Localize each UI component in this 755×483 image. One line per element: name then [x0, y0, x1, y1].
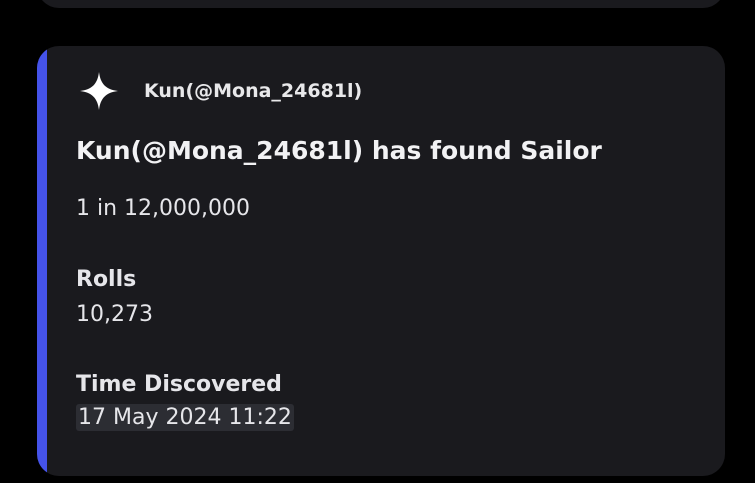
field-name-rolls: Rolls: [76, 267, 137, 292]
timestamp[interactable]: 17 May 2024 11:22: [76, 404, 294, 431]
field-value-time-discovered: 17 May 2024 11:22: [76, 404, 294, 431]
sparkle-icon[interactable]: [77, 69, 121, 113]
embed-card: Kun(@Mona_24681l) Kun(@Mona_24681l) has …: [37, 46, 725, 476]
field-name-time-discovered: Time Discovered: [76, 372, 282, 397]
embed-title: Kun(@Mona_24681l) has found Sailor: [76, 136, 602, 165]
embed-author-name[interactable]: Kun(@Mona_24681l): [144, 80, 362, 102]
embed-author: Kun(@Mona_24681l): [77, 69, 362, 113]
field-value-rolls: 10,273: [76, 302, 153, 327]
previous-embed: [37, 0, 725, 8]
embed-accent-bar: [37, 46, 47, 476]
embed-description: 1 in 12,000,000: [76, 196, 251, 221]
